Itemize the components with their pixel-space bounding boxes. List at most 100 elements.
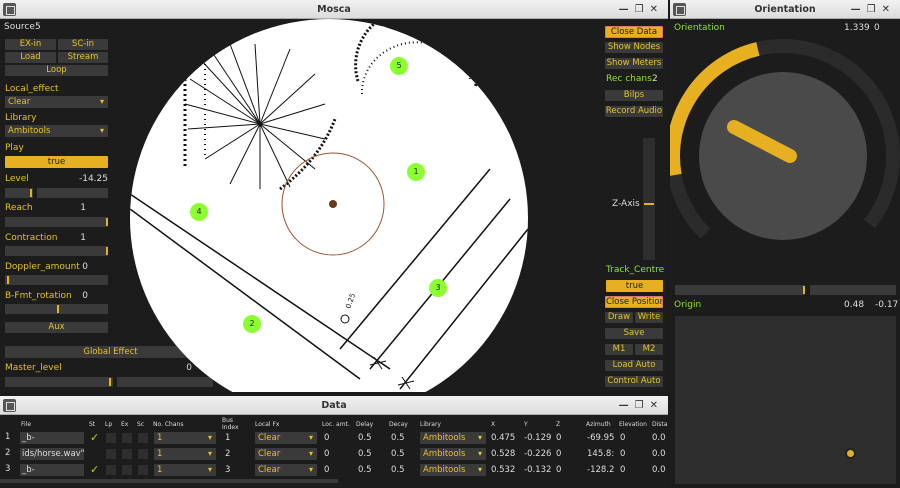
master-level-slider-a[interactable]: [5, 377, 113, 387]
record-audio-button[interactable]: Record Audio: [605, 106, 663, 117]
aux-button[interactable]: Aux: [5, 322, 108, 333]
window-controls[interactable]: —❐✕: [619, 396, 664, 415]
control-auto-button[interactable]: Control Auto: [605, 376, 663, 387]
library-dropdown[interactable]: Ambitools: [420, 432, 486, 444]
close-data-button[interactable]: Close Data: [605, 26, 663, 38]
x-value[interactable]: 0.532: [491, 465, 515, 475]
source-5-marker[interactable]: 5: [390, 57, 408, 75]
file-field[interactable]: _b-format.wav": [20, 432, 84, 444]
chans-dropdown[interactable]: 1: [154, 448, 216, 460]
local-fx-dropdown[interactable]: Clear: [255, 432, 317, 444]
doppler-slider-knob[interactable]: [7, 276, 9, 284]
distance-value[interactable]: 0.0: [652, 433, 666, 443]
ex-in-button[interactable]: EX-in: [5, 39, 56, 50]
decay-value[interactable]: 0.5: [391, 433, 405, 443]
origin-pad[interactable]: [675, 316, 896, 484]
chans-dropdown[interactable]: 1: [154, 432, 216, 444]
local-fx-dropdown[interactable]: Clear: [255, 464, 317, 476]
origin-slider-a-knob[interactable]: [803, 286, 805, 294]
track-centre-toggle[interactable]: true: [606, 280, 663, 292]
library-dropdown[interactable]: Ambitools: [420, 448, 486, 460]
bilps-button[interactable]: Bilps: [605, 90, 663, 101]
distance-value[interactable]: 0.0: [652, 449, 666, 459]
ex-checkbox[interactable]: [122, 465, 132, 475]
ex-checkbox[interactable]: [122, 449, 132, 459]
stream-check[interactable]: ✓: [90, 431, 99, 444]
y-value[interactable]: -0.132: [524, 465, 551, 475]
listener-center[interactable]: [329, 200, 337, 208]
level-slider-a-knob[interactable]: [30, 189, 32, 197]
y-value[interactable]: -0.226: [524, 449, 551, 459]
elevation-value[interactable]: 0: [620, 433, 625, 443]
azimuth-value[interactable]: -128.2: [587, 465, 614, 475]
sc-checkbox[interactable]: [138, 449, 148, 459]
delay-value[interactable]: 0.5: [358, 449, 372, 459]
m2-button[interactable]: M2: [635, 344, 663, 355]
doppler-slider[interactable]: [5, 275, 108, 285]
master-level-slider-a-knob[interactable]: [109, 378, 111, 386]
loop-checkbox[interactable]: [106, 465, 116, 475]
stream-button[interactable]: Stream: [58, 52, 108, 63]
chans-dropdown[interactable]: 1: [154, 464, 216, 476]
file-field[interactable]: _b-format.wav": [20, 464, 84, 476]
write-button[interactable]: Write: [635, 312, 663, 323]
loop-checkbox[interactable]: [106, 449, 116, 459]
x-value[interactable]: 0.475: [491, 433, 515, 443]
play-toggle[interactable]: true: [5, 156, 108, 168]
load-button[interactable]: Load: [5, 52, 56, 63]
elevation-value[interactable]: 0: [620, 465, 625, 475]
source-3-marker[interactable]: 3: [429, 279, 447, 297]
file-field[interactable]: ids/horse.wav": [20, 448, 84, 460]
save-button[interactable]: Save: [605, 328, 663, 339]
library-dropdown[interactable]: Ambitools: [5, 125, 108, 137]
z-axis-knob[interactable]: [644, 203, 654, 205]
show-nodes-button[interactable]: Show Nodes: [605, 42, 663, 53]
show-meters-button[interactable]: Show Meters: [605, 58, 663, 69]
loop-button[interactable]: Loop: [5, 65, 108, 76]
loc-amt-value[interactable]: 0: [324, 465, 329, 475]
distance-value[interactable]: 0.0: [652, 465, 666, 475]
origin-slider-b[interactable]: [810, 285, 896, 295]
contraction-slider[interactable]: [5, 246, 108, 256]
local-effect-dropdown[interactable]: Clear: [5, 96, 108, 108]
loop-checkbox[interactable]: [106, 433, 116, 443]
contraction-slider-knob[interactable]: [106, 247, 108, 255]
level-slider-a[interactable]: [5, 188, 33, 198]
decay-value[interactable]: 0.5: [391, 449, 405, 459]
data-title-bar[interactable]: Data —❐✕: [0, 396, 668, 415]
elevation-value[interactable]: 0: [620, 449, 625, 459]
local-fx-dropdown[interactable]: Clear: [255, 448, 317, 460]
reach-slider-knob[interactable]: [106, 218, 108, 226]
y-value[interactable]: -0.129: [524, 433, 551, 443]
z-value[interactable]: 0: [556, 465, 561, 475]
bfmt-rotation-slider-knob[interactable]: [56, 305, 59, 313]
source-2-marker[interactable]: 2: [243, 315, 261, 333]
bfmt-rotation-slider[interactable]: [5, 304, 108, 314]
mosca-title-bar[interactable]: Mosca —❐✕: [0, 0, 668, 19]
delay-value[interactable]: 0.5: [358, 433, 372, 443]
z-value[interactable]: 0: [556, 449, 561, 459]
window-controls[interactable]: —❐✕: [851, 0, 896, 19]
load-auto-button[interactable]: Load Auto: [605, 360, 663, 371]
z-axis-slider[interactable]: [643, 138, 655, 260]
level-slider-b[interactable]: [37, 188, 108, 198]
sc-checkbox[interactable]: [138, 433, 148, 443]
loc-amt-value[interactable]: 0: [324, 433, 329, 443]
origin-slider-a[interactable]: [675, 285, 805, 295]
table-row[interactable]: 2 ids/horse.wav" 1 2 Clear 0 0.5 0.5 Amb…: [0, 447, 668, 461]
table-row[interactable]: 1 _b-format.wav" ✓ 1 1 Clear 0 0.5 0.5 A…: [0, 431, 668, 445]
origin-point[interactable]: [847, 450, 854, 457]
orientation-knob[interactable]: [670, 36, 900, 281]
delay-value[interactable]: 0.5: [358, 465, 372, 475]
azimuth-value[interactable]: -69.95: [587, 433, 614, 443]
azimuth-value[interactable]: 145.8:: [587, 449, 614, 459]
table-row[interactable]: 3 _b-format.wav" ✓ 1 3 Clear 0 0.5 0.5 A…: [0, 463, 668, 477]
loc-amt-value[interactable]: 0: [324, 449, 329, 459]
draw-button[interactable]: Draw: [605, 312, 633, 323]
orientation-title-bar[interactable]: Orientation —❐✕: [670, 0, 900, 19]
source-1-marker[interactable]: 1: [407, 163, 425, 181]
window-controls[interactable]: —❐✕: [619, 0, 664, 19]
horizontal-scrollbar[interactable]: [0, 479, 338, 483]
spatial-plot[interactable]: 0.25: [130, 19, 528, 392]
m1-button[interactable]: M1: [605, 344, 633, 355]
